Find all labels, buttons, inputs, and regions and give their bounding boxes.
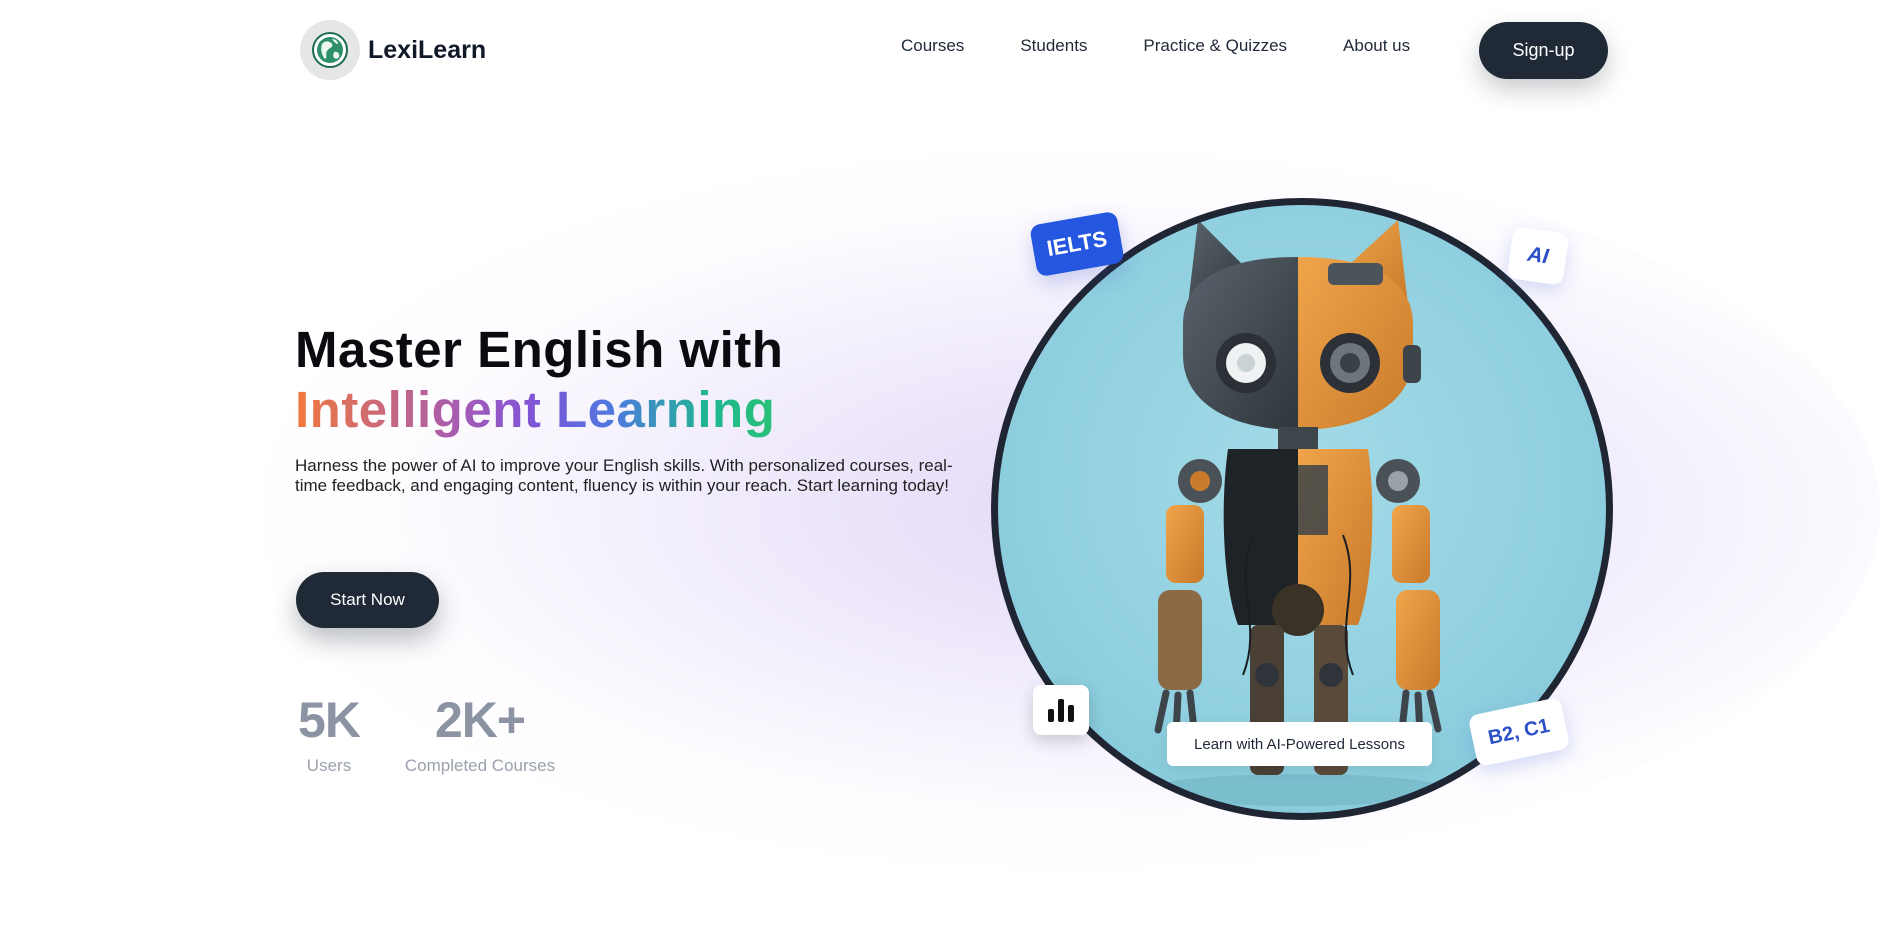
- brand[interactable]: LexiLearn: [300, 20, 486, 80]
- nav-links: Courses Students Practice & Quizzes Abou…: [901, 36, 1466, 56]
- hero-description: Harness the power of AI to improve your …: [295, 456, 953, 495]
- brand-name: LexiLearn: [368, 35, 487, 64]
- image-caption: Learn with AI-Powered Lessons: [1167, 722, 1432, 766]
- globe-icon: [300, 20, 360, 80]
- nav-students-link[interactable]: Students: [1020, 36, 1087, 56]
- stat-completed-courses: 2K+ Completed Courses: [399, 694, 561, 776]
- start-now-button[interactable]: Start Now: [296, 572, 439, 628]
- landing-page: LexiLearn Courses Students Practice & Qu…: [0, 0, 1904, 941]
- headline-line-2-gradient: Intelligent Learning: [295, 380, 783, 440]
- signup-button[interactable]: Sign-up: [1479, 22, 1608, 79]
- stat-users: 5K Users: [295, 694, 363, 776]
- stat-completed-courses-value: 2K+: [434, 692, 526, 748]
- top-navbar: LexiLearn Courses Students Practice & Qu…: [0, 0, 1904, 100]
- bar-chart-icon: [1033, 685, 1089, 735]
- headline-line-1: Master English with: [295, 321, 784, 378]
- stat-users-value: 5K: [298, 692, 361, 748]
- nav-practice-quizzes-link[interactable]: Practice & Quizzes: [1143, 36, 1287, 56]
- hero-headline: Master English with Intelligent Learning: [295, 320, 783, 440]
- stat-users-label: Users: [306, 756, 352, 775]
- nav-about-us-link[interactable]: About us: [1343, 36, 1410, 56]
- nav-courses-link[interactable]: Courses: [901, 36, 964, 56]
- ai-badge: AI: [1506, 226, 1570, 286]
- stat-completed-courses-label: Completed Courses: [404, 756, 556, 775]
